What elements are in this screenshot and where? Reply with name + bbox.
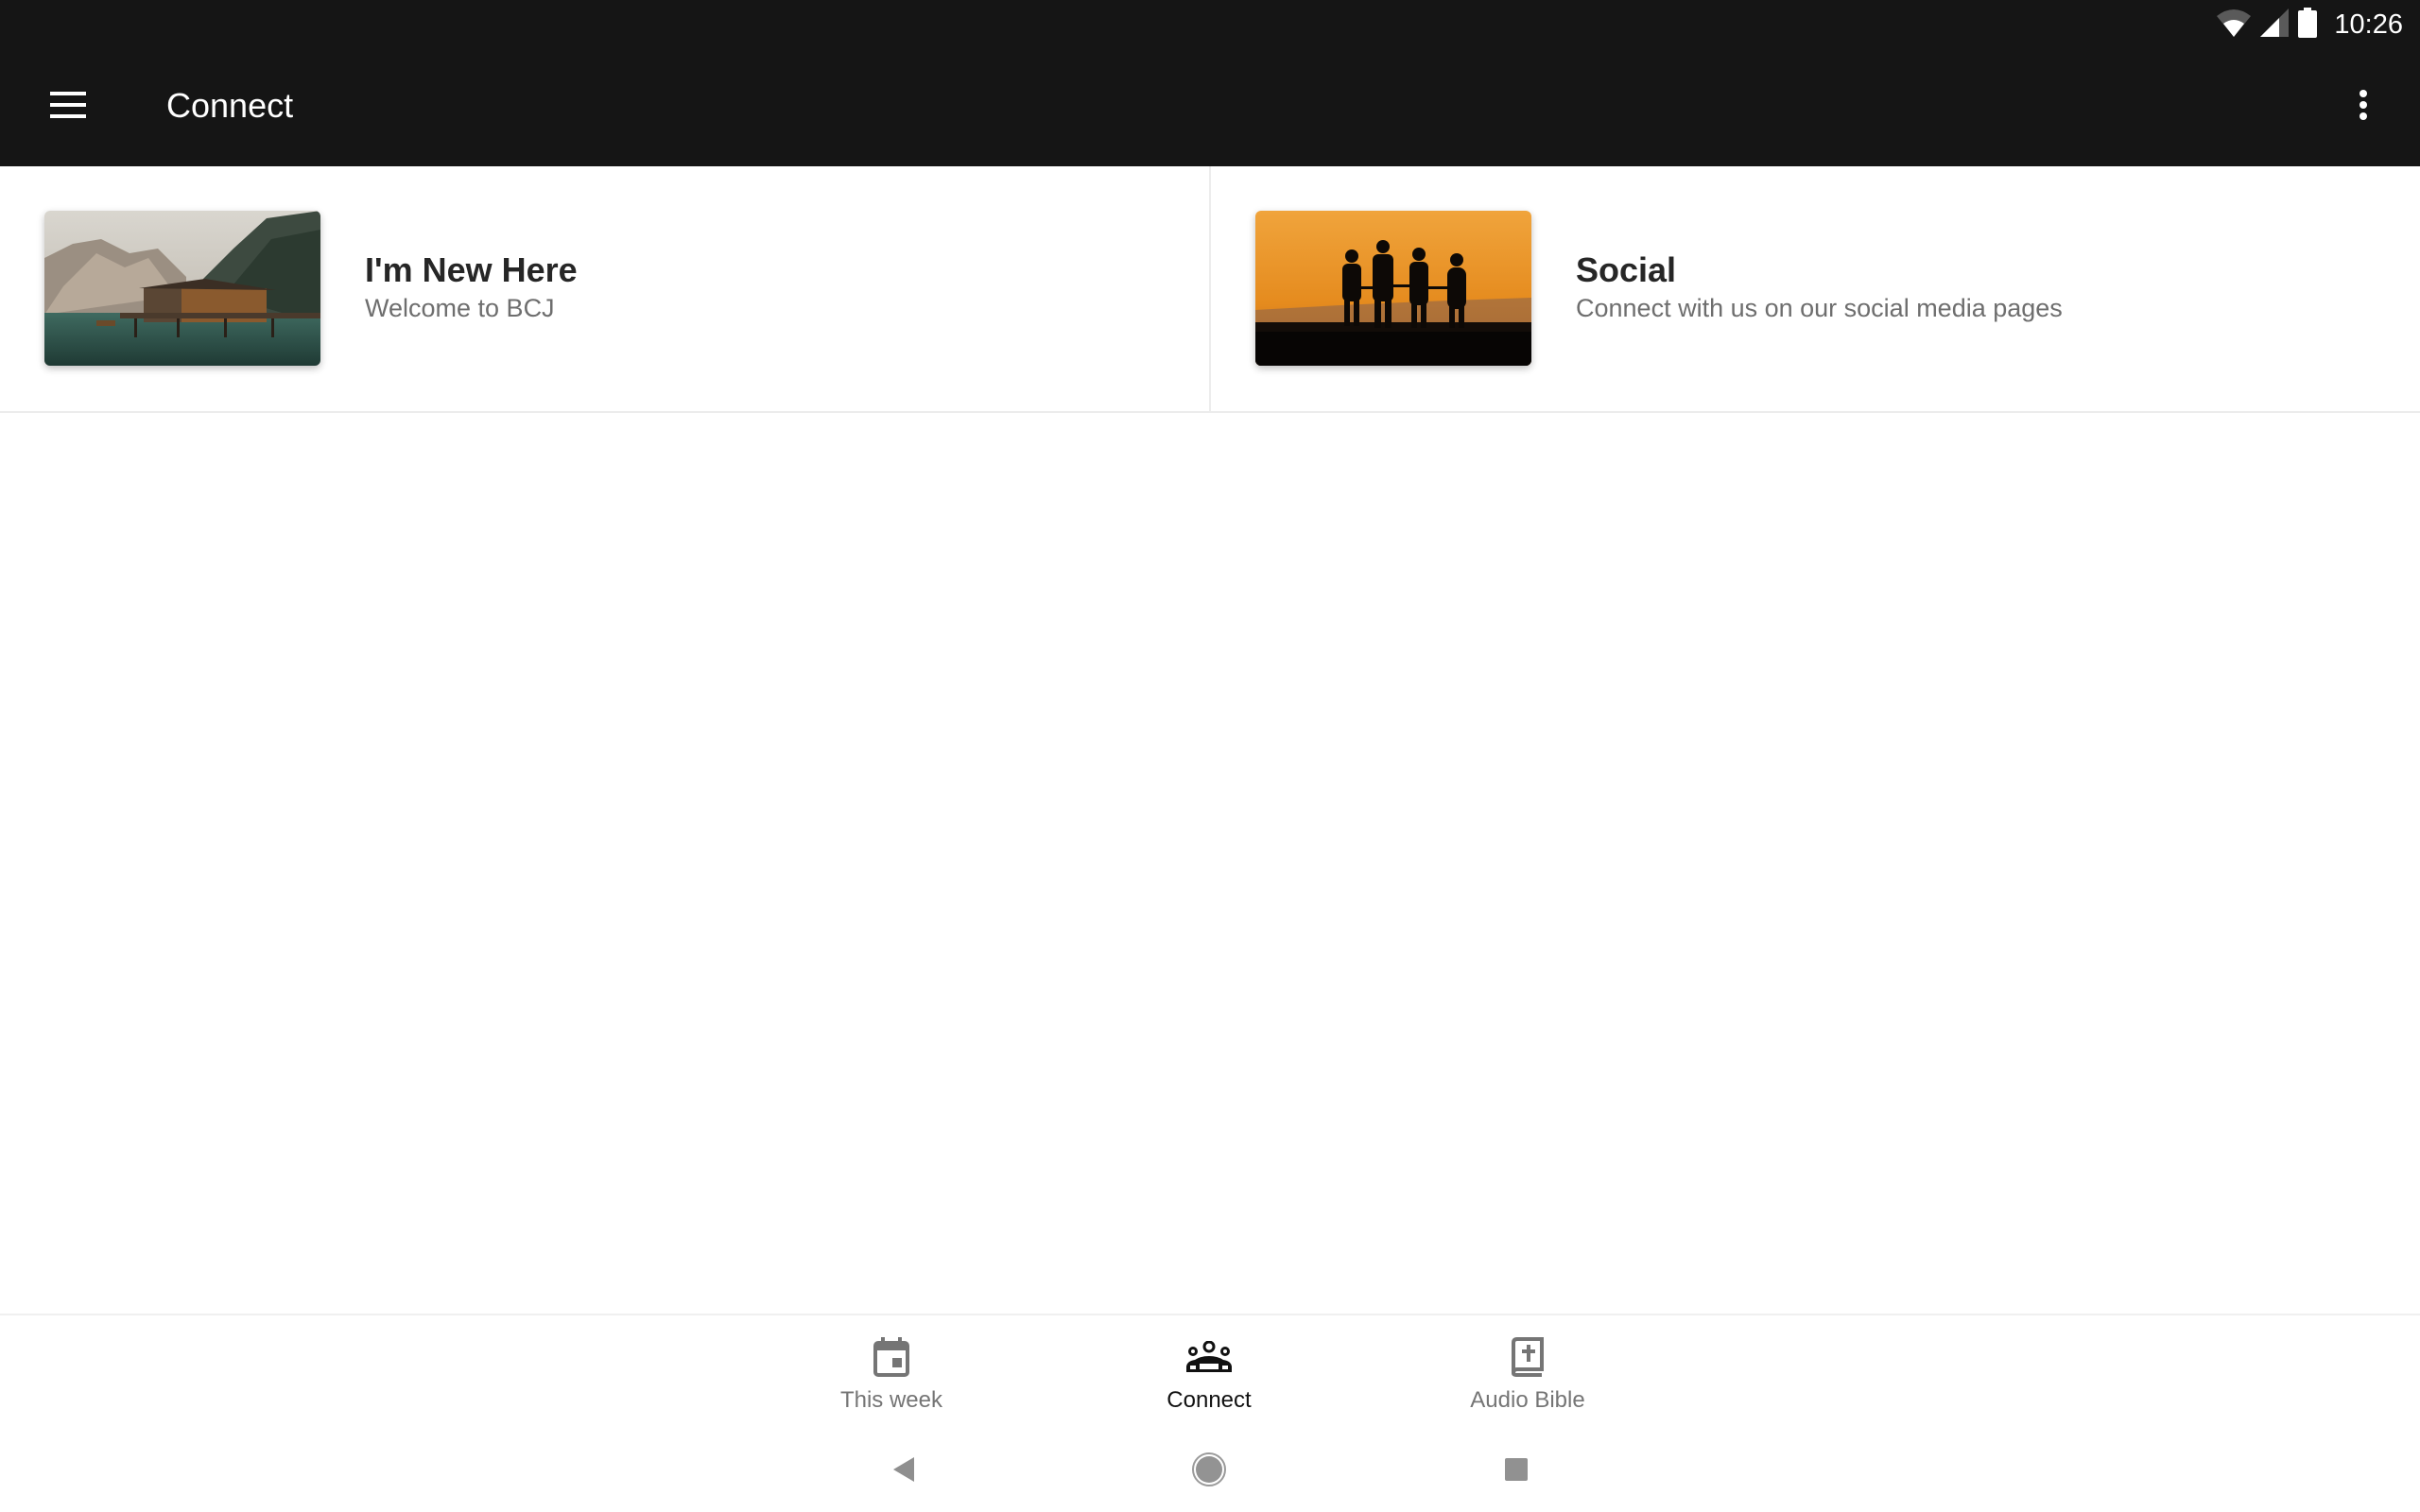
lake-cabin-mountains-photo: [44, 211, 320, 366]
page-title: Connect: [166, 86, 294, 125]
bible-book-icon: [1512, 1334, 1544, 1380]
home-circle-icon: [1191, 1452, 1227, 1492]
calendar-icon: [873, 1334, 909, 1380]
overflow-menu-button[interactable]: [2335, 76, 2392, 138]
recents-square-icon: [1504, 1457, 1529, 1486]
nav-tab-connect[interactable]: Connect: [1096, 1315, 1322, 1419]
home-button[interactable]: [1185, 1448, 1233, 1495]
card-subtitle: Welcome to BCJ: [365, 294, 555, 322]
recents-button[interactable]: [1493, 1448, 1540, 1495]
bottom-navigation: This week Connect Audio Bible: [0, 1314, 2420, 1429]
wifi-icon: [2217, 9, 2252, 42]
battery-icon: [2298, 7, 2318, 43]
system-navigation-bar: [0, 1429, 2420, 1512]
card-subtitle: Connect with us on our social media page…: [1576, 294, 2063, 322]
cellular-signal-icon: [2260, 8, 2290, 42]
card-title: Social: [1576, 250, 1677, 289]
hamburger-menu-icon: [50, 91, 86, 123]
app-bar: Connect: [0, 47, 2420, 166]
nav-label: Audio Bible: [1470, 1387, 1585, 1413]
more-vert-icon: [2359, 89, 2368, 126]
back-button[interactable]: [881, 1448, 928, 1495]
family-silhouette-sunset-photo: [1255, 211, 1531, 366]
card-im-new-here[interactable]: I'm New Here Welcome to BCJ: [0, 166, 1209, 411]
groups-icon: [1185, 1334, 1233, 1380]
nav-tab-audio-bible[interactable]: Audio Bible: [1414, 1315, 1641, 1419]
status-bar: 10:26: [0, 0, 2420, 47]
nav-tab-this-week[interactable]: This week: [778, 1315, 1005, 1419]
clock: 10:26: [2334, 9, 2403, 40]
back-triangle-icon: [893, 1456, 916, 1486]
card-title: I'm New Here: [365, 250, 578, 289]
menu-button[interactable]: [38, 80, 98, 133]
nav-label: Connect: [1167, 1387, 1252, 1413]
card-social[interactable]: Social Connect with us on our social med…: [1209, 166, 2420, 411]
nav-label: This week: [839, 1387, 943, 1413]
status-icons: 10:26: [2217, 6, 2403, 43]
connect-list: I'm New Here Welcome to BCJ Social Conne…: [0, 166, 2420, 413]
